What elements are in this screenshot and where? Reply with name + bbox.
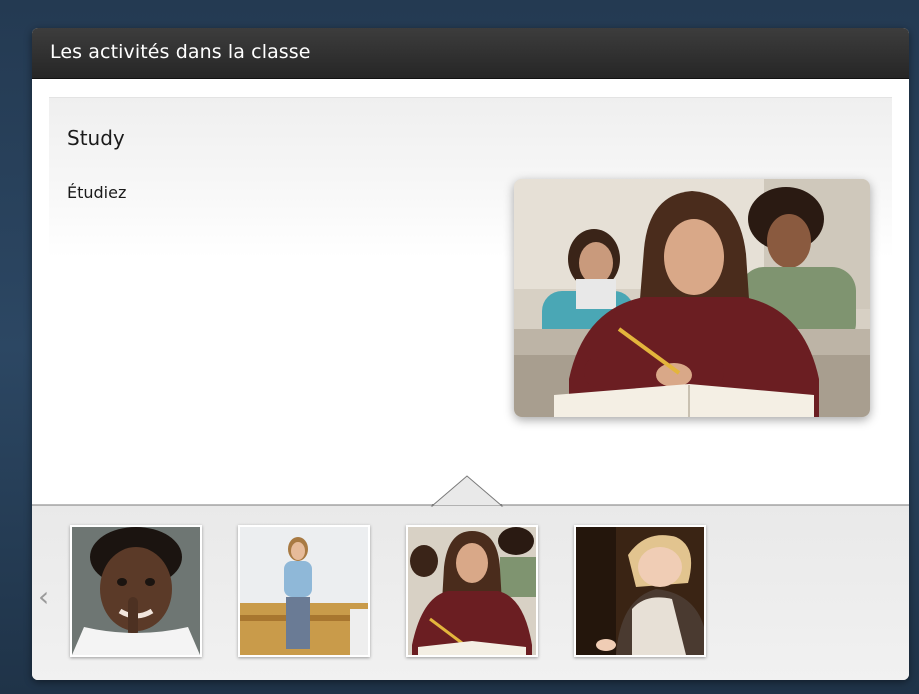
vocab-word: Study [67, 126, 125, 150]
main-photo [514, 179, 870, 417]
thumbnail-girl-writing[interactable] [574, 525, 706, 657]
thumbnail-quiet-gesture[interactable] [70, 525, 202, 657]
vocab-translation: Étudiez [67, 183, 127, 202]
thumbnail-girl-at-whiteboard[interactable] [238, 525, 370, 657]
panel-header: Les activités dans la classe [32, 28, 909, 79]
lesson-panel: Les activités dans la classe Study Étudi… [32, 28, 909, 680]
content-area: Study Étudiez [32, 79, 909, 505]
carousel-prev-icon[interactable]: ‹ [38, 583, 49, 611]
panel-title: Les activités dans la classe [50, 41, 311, 63]
thumbnail-student-studying[interactable] [406, 525, 538, 657]
